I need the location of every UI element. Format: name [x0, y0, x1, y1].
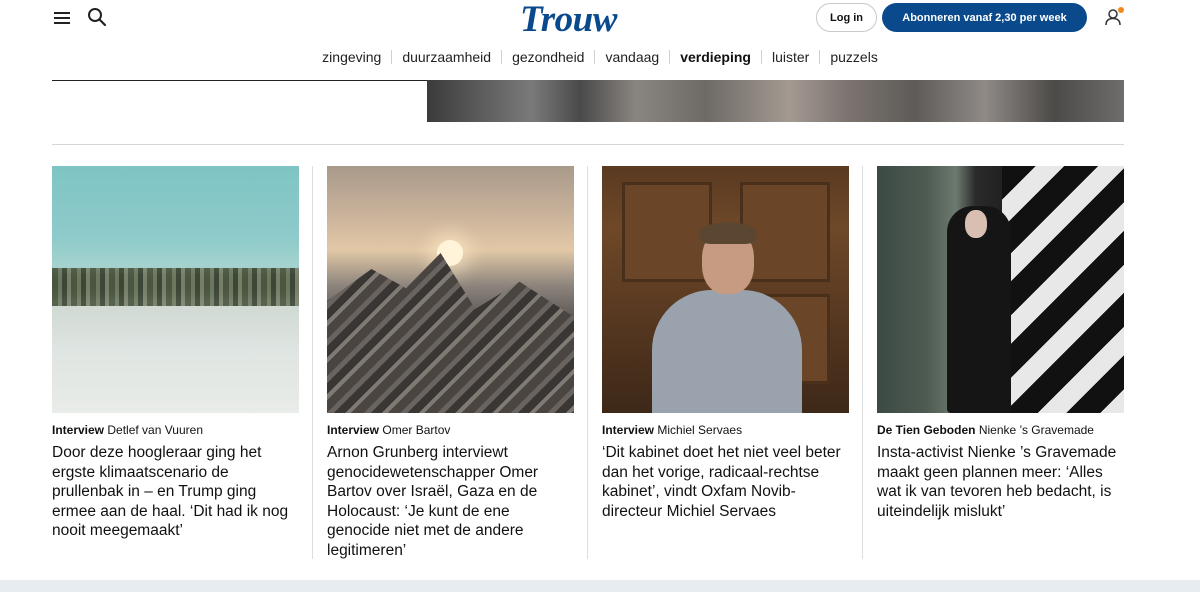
image-detail — [1002, 166, 1124, 413]
article-title[interactable]: ‘Dit kabinet doet het niet veel beter da… — [602, 443, 849, 521]
nav-item-duurzaamheid[interactable]: duurzaamheid — [392, 49, 501, 65]
section-nav: zingeving duurzaamheid gezondheid vandaa… — [0, 49, 1200, 65]
article-title[interactable]: Insta-activist Nienke ’s Gravemade maakt… — [877, 443, 1124, 521]
section-divider — [52, 144, 1124, 145]
article-kicker: Interview — [602, 423, 655, 437]
nav-item-puzzels[interactable]: puzzels — [820, 49, 887, 65]
nav-item-zingeving[interactable]: zingeving — [312, 49, 391, 65]
nav-item-vandaag[interactable]: vandaag — [595, 49, 669, 65]
article-title[interactable]: Arnon Grunberg interviewt genocidewetens… — [327, 443, 574, 560]
hero-image[interactable] — [427, 80, 1124, 122]
login-button[interactable]: Log in — [816, 3, 877, 32]
article-author: Omer Bartov — [382, 423, 451, 437]
image-detail — [327, 253, 574, 413]
image-detail — [52, 268, 299, 306]
article-card[interactable]: Interview Michiel Servaes ‘Dit kabinet d… — [602, 166, 849, 521]
search-icon[interactable] — [86, 6, 108, 28]
article-card[interactable]: De Tien Geboden Nienke ’s Gravemade Inst… — [877, 166, 1124, 521]
column-divider — [587, 166, 588, 559]
article-kicker: Interview — [52, 423, 105, 437]
nav-item-verdieping[interactable]: verdieping — [670, 49, 761, 65]
article-card[interactable]: Interview Omer Bartov Arnon Grunberg int… — [327, 166, 574, 560]
article-image[interactable] — [52, 166, 299, 413]
article-meta: Interview Detlef van Vuuren — [52, 423, 299, 437]
footer-band — [0, 580, 1200, 592]
article-title[interactable]: Door deze hoogleraar ging het ergste kli… — [52, 443, 299, 541]
image-detail — [965, 210, 987, 238]
article-author: Nienke ’s Gravemade — [978, 423, 1094, 437]
article-meta: Interview Omer Bartov — [327, 423, 574, 437]
article-author: Detlef van Vuuren — [107, 423, 203, 437]
image-detail — [652, 290, 802, 413]
article-kicker: De Tien Geboden — [877, 423, 976, 437]
nav-item-luister[interactable]: luister — [762, 49, 819, 65]
image-detail — [700, 222, 756, 244]
article-card[interactable]: Interview Detlef van Vuuren Door deze ho… — [52, 166, 299, 541]
article-meta: Interview Michiel Servaes — [602, 423, 849, 437]
article-image[interactable] — [327, 166, 574, 413]
notification-dot — [1118, 7, 1124, 13]
column-divider — [312, 166, 313, 559]
column-divider — [862, 166, 863, 559]
header-divider — [52, 80, 427, 81]
article-kicker: Interview — [327, 423, 380, 437]
article-author: Michiel Servaes — [657, 423, 743, 437]
menu-icon[interactable] — [52, 8, 72, 28]
article-image[interactable] — [877, 166, 1124, 413]
article-meta: De Tien Geboden Nienke ’s Gravemade — [877, 423, 1124, 437]
site-logo[interactable]: Trouw — [520, 0, 617, 41]
user-icon[interactable] — [1102, 6, 1124, 28]
article-image[interactable] — [602, 166, 849, 413]
nav-item-gezondheid[interactable]: gezondheid — [502, 49, 594, 65]
image-detail — [622, 182, 712, 282]
subscribe-button[interactable]: Abonneren vanaf 2,30 per week — [882, 3, 1087, 32]
